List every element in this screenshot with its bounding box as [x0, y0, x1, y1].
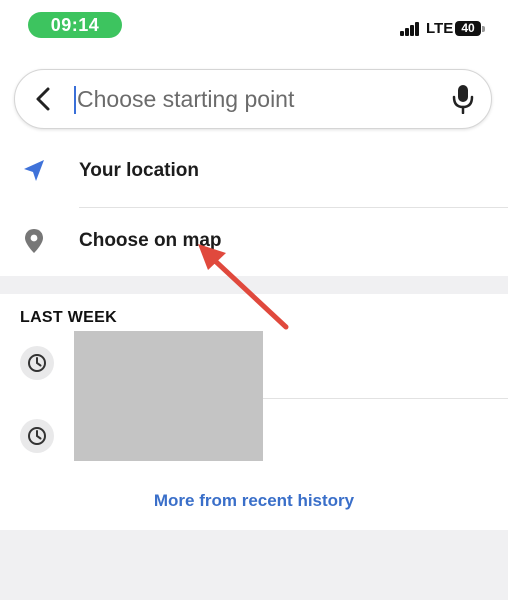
back-arrow-icon[interactable] [31, 85, 57, 113]
redacted-history-text [74, 331, 263, 461]
option-your-location[interactable]: Your location [0, 138, 508, 206]
option-label: Your location [79, 160, 199, 181]
bottom-background [0, 530, 508, 600]
clock-icon [20, 346, 54, 380]
battery-icon: 40 [455, 21, 481, 36]
navigation-arrow-icon [22, 158, 46, 184]
clock-icon [20, 419, 54, 453]
section-title-last-week: LAST WEEK [20, 309, 117, 326]
cellular-signal-icon [400, 22, 420, 36]
starting-point-input[interactable] [77, 80, 437, 118]
option-choose-on-map[interactable]: Choose on map [0, 208, 508, 276]
more-recent-history-link[interactable]: More from recent history [0, 491, 508, 511]
status-time: 09:14 [28, 12, 122, 38]
text-caret [74, 86, 76, 114]
option-label: Choose on map [79, 230, 222, 251]
microphone-icon[interactable] [452, 84, 474, 115]
battery-level: 40 [461, 21, 475, 35]
network-type: LTE [426, 20, 454, 37]
map-pin-icon [22, 228, 46, 254]
status-bar: 09:14 LTE 40 [0, 0, 508, 50]
search-bar[interactable] [14, 69, 492, 129]
battery-tip [482, 26, 485, 32]
section-separator [0, 276, 508, 294]
